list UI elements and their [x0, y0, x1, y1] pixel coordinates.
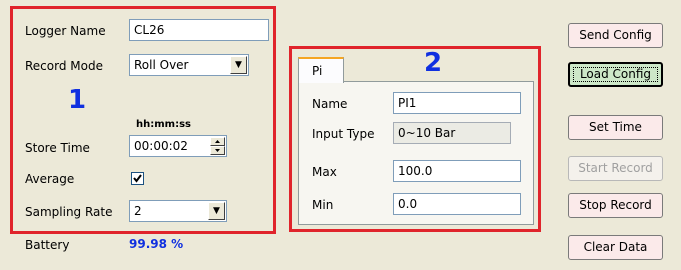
- spin-down-button[interactable]: [210, 146, 225, 155]
- store-time-value: 00:00:02: [134, 139, 188, 153]
- sampling-rate-label: Sampling Rate: [25, 205, 113, 219]
- channel-name-label: Name: [312, 97, 348, 111]
- max-input[interactable]: 100.0: [393, 160, 521, 182]
- channel-name-input[interactable]: PI1: [393, 92, 521, 114]
- battery-label: Battery: [25, 238, 70, 252]
- spin-up-button[interactable]: [210, 137, 225, 146]
- section-number-2: 2: [424, 48, 443, 78]
- min-input[interactable]: 0.0: [393, 193, 521, 215]
- stop-record-button[interactable]: Stop Record: [568, 193, 663, 218]
- max-label: Max: [312, 165, 337, 179]
- time-format-hint: hh:mm:ss: [136, 119, 191, 130]
- chevron-down-icon[interactable]: ▼: [208, 202, 225, 220]
- min-label: Min: [312, 198, 334, 212]
- logger-name-input[interactable]: CL26: [129, 19, 269, 41]
- average-checkbox[interactable]: [131, 172, 144, 185]
- record-mode-value: Roll Over: [134, 58, 189, 72]
- tab-pi-label: Pi: [312, 64, 323, 78]
- logger-name-label: Logger Name: [25, 24, 106, 38]
- input-type-label: Input Type: [312, 127, 375, 141]
- chevron-down-icon[interactable]: ▼: [230, 56, 247, 74]
- sampling-rate-value: 2: [134, 204, 142, 218]
- record-mode-label: Record Mode: [25, 59, 103, 73]
- start-record-button[interactable]: Start Record: [568, 156, 663, 181]
- section-number-1: 1: [68, 85, 87, 115]
- sampling-rate-select[interactable]: 2 ▼: [129, 200, 227, 222]
- load-config-label: Load Config: [579, 67, 652, 81]
- record-mode-select[interactable]: Roll Over ▼: [129, 54, 249, 76]
- spin-up-icon: [215, 140, 220, 143]
- battery-value: 99.98 %: [129, 237, 184, 251]
- store-time-spinner[interactable]: 00:00:02: [129, 135, 227, 157]
- clear-data-button[interactable]: Clear Data: [568, 235, 663, 260]
- load-config-button[interactable]: Load Config: [568, 62, 663, 87]
- store-time-label: Store Time: [25, 141, 90, 155]
- input-type-field: 0~10 Bar: [393, 122, 511, 144]
- checkmark-icon: [133, 174, 142, 183]
- average-label: Average: [25, 172, 75, 186]
- tab-pi[interactable]: Pi: [298, 57, 344, 83]
- spin-down-icon: [215, 149, 220, 152]
- send-config-button[interactable]: Send Config: [568, 23, 663, 48]
- set-time-button[interactable]: Set Time: [568, 115, 663, 140]
